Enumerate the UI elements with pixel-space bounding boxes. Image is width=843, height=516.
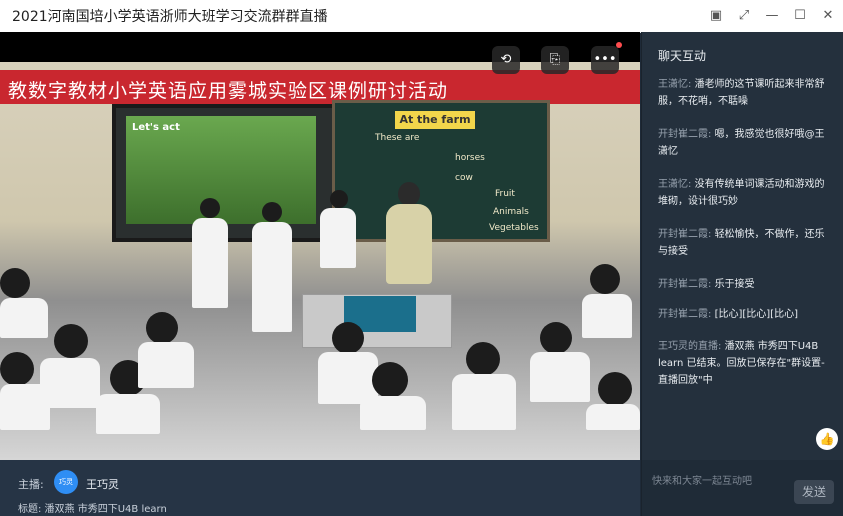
- board-word: These are: [375, 133, 420, 143]
- chat-input[interactable]: 快来和大家一起互动吧: [652, 472, 752, 487]
- board-word: Animals: [493, 207, 529, 217]
- screen-label: Let's act: [132, 122, 180, 133]
- host-name[interactable]: 王巧灵: [86, 476, 119, 492]
- chat-message: 开封崔二霞: 乐于接受: [658, 276, 834, 293]
- chat-input-area[interactable]: 快来和大家一起互动吧 发送: [641, 460, 843, 516]
- board-word: Fruit: [495, 189, 515, 199]
- student: [530, 352, 590, 402]
- close-button[interactable]: ✕: [818, 6, 838, 26]
- host-avatar[interactable]: 巧灵: [54, 470, 78, 494]
- student-head: [598, 372, 632, 406]
- chat-message: 王潇忆: 潘老师的这节课听起来非常舒服，不花哨，不聒噪: [658, 76, 834, 110]
- live-topic: 标题: 潘双燕 市秀四下U4B learn: [18, 504, 167, 515]
- board-title: At the farm: [395, 111, 475, 129]
- student-head: [0, 268, 30, 298]
- more-options-icon[interactable]: •••: [591, 46, 619, 74]
- chat-sender: 王巧灵的直播:: [658, 341, 722, 352]
- chat-header: 聊天互动: [658, 49, 707, 63]
- maximize-button[interactable]: ☐: [790, 6, 810, 26]
- chat-message: 开封崔二霞: [比心][比心][比心]: [658, 306, 834, 323]
- minimize-button[interactable]: —: [762, 6, 782, 26]
- student: [96, 394, 160, 434]
- rotate-icon[interactable]: ⟲: [492, 46, 520, 74]
- fullscreen-icon[interactable]: ⤢: [734, 6, 754, 26]
- student-head: [372, 362, 408, 398]
- student-head: [330, 190, 348, 208]
- student: [138, 342, 194, 388]
- title-bar: 2021河南国培小学英语浙师大班学习交流群群直播 ▣ ⤢ — ☐ ✕: [0, 0, 843, 33]
- share-screen-icon[interactable]: ⎘: [541, 46, 569, 74]
- board-word: Vegetables: [489, 223, 539, 233]
- like-icon[interactable]: 👍: [816, 428, 838, 450]
- student-head: [0, 352, 34, 386]
- teacher-head: [398, 182, 420, 206]
- host-label: 主播:: [18, 478, 44, 491]
- student: [360, 396, 426, 430]
- chat-message: 王巧灵的直播: 潘双燕 市秀四下U4B learn 已结束。回放已保存在"群设置…: [658, 338, 834, 389]
- chat-sender: 王潇忆:: [658, 179, 692, 190]
- pin-icon[interactable]: ▣: [706, 6, 726, 26]
- student-head: [262, 202, 282, 222]
- screen-content: Let's act: [126, 116, 316, 224]
- notification-dot: [616, 42, 622, 48]
- chat-sender: 开封崔二霞:: [658, 229, 712, 240]
- chat-message: 王潇忆: 没有传统单词课活动和游戏的堆砌，设计很巧妙: [658, 176, 834, 210]
- student-head: [200, 198, 220, 218]
- student-head: [590, 264, 620, 294]
- student: [586, 404, 640, 430]
- student: [0, 298, 48, 338]
- student-head: [146, 312, 178, 344]
- student: [252, 222, 292, 332]
- student: [320, 208, 356, 268]
- student-head: [332, 322, 364, 354]
- board-word: horses: [455, 153, 485, 163]
- student: [0, 384, 50, 430]
- board-word: cow: [455, 173, 473, 183]
- blackboard: At the farm These are horses Fruit cow A…: [332, 100, 550, 242]
- student: [582, 294, 632, 338]
- send-button[interactable]: 发送: [794, 480, 834, 504]
- classroom-banner: 教数字教材小学英语应用雾城实验区课例研讨活动: [0, 70, 640, 104]
- chat-sender: 开封崔二霞:: [658, 129, 712, 140]
- chat-sender: 王潇忆:: [658, 79, 692, 90]
- student: [192, 218, 228, 308]
- chat-text: [比心][比心][比心]: [714, 309, 798, 320]
- chat-sender: 开封崔二霞:: [658, 279, 712, 290]
- student: [452, 374, 516, 430]
- student-head: [54, 324, 88, 358]
- student-head: [466, 342, 500, 376]
- chat-sender: 开封崔二霞:: [658, 309, 712, 320]
- teacher: [386, 204, 432, 284]
- window-title: 2021河南国培小学英语浙师大班学习交流群群直播: [12, 9, 328, 25]
- chat-panel: 聊天互动 王潇忆: 潘老师的这节课听起来非常舒服，不花哨，不聒噪 开封崔二霞: …: [641, 32, 843, 460]
- student-head: [540, 322, 572, 354]
- live-info-bar: 主播: 巧灵 王巧灵 标题: 潘双燕 市秀四下U4B learn: [0, 460, 640, 516]
- banner-text: 教数字教材小学英语应用雾城实验区课例研讨活动: [8, 80, 449, 102]
- live-video[interactable]: 教数字教材小学英语应用雾城实验区课例研讨活动 Let's act At the …: [0, 32, 640, 460]
- chat-message: 开封崔二霞: 轻松愉快，不做作，还乐与接受: [658, 226, 834, 260]
- chat-message: 开封崔二霞: 嗯，我感觉也很好哦@王潇忆: [658, 126, 834, 160]
- chat-text: 乐于接受: [714, 279, 755, 290]
